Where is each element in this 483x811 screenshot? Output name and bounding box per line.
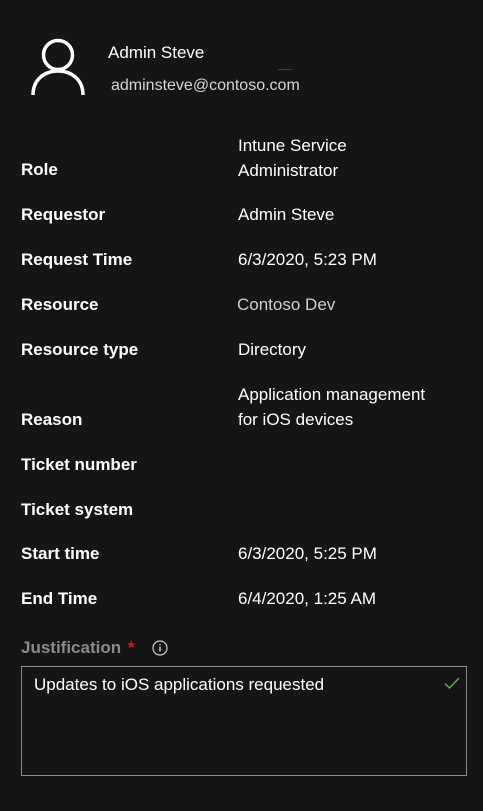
detail-label: Resource type [21,340,139,359]
detail-label: Ticket number [21,455,137,474]
detail-value-line: 6/3/2020, 5:23 PM [238,250,377,269]
checkmark-icon [444,677,460,690]
detail-value-line: for iOS devices [238,410,354,429]
justification-label: Justification [21,638,122,657]
detail-label: Resource [21,295,99,314]
detail-value: 6/3/2020, 5:25 PM [238,541,468,566]
detail-label: Start time [21,544,100,563]
detail-value-line: Contoso Dev [237,295,336,314]
detail-value: Directory [238,337,468,362]
person-icon [31,38,85,96]
detail-label: Requestor [21,205,106,224]
user-name: Admin Steve [108,43,205,62]
detail-value: 6/4/2020, 1:25 AM [238,586,468,611]
detail-value-line: 6/3/2020, 5:25 PM [238,544,377,563]
detail-value: 6/3/2020, 5:23 PM [238,247,468,272]
justification-value: Updates to iOS applications requested [34,675,325,694]
detail-value: Application management for iOS devices [238,382,468,432]
detail-value-line: Admin Steve [238,205,335,224]
detail-label: End Time [21,589,98,608]
detail-value: Contoso Dev [237,292,467,317]
detail-value: Admin Steve [238,202,468,227]
detail-value-line: Intune Service [238,136,347,155]
required-marker: * [128,638,135,657]
detail-label: Reason [21,410,83,429]
justification-input[interactable]: Updates to iOS applications requested [21,666,467,776]
detail-value: Intune Service Administrator [238,133,468,183]
user-email: adminsteve@contoso.com [111,77,300,94]
detail-value-line: Directory [238,340,307,359]
detail-label: Ticket system [21,500,134,519]
detail-label: Request Time [21,250,133,269]
detail-value-line: Application management [238,385,426,404]
info-icon[interactable] [152,640,168,656]
user-header: Admin Steve adminsteve@contoso.com [0,0,483,120]
decorative-mark [278,69,292,70]
detail-label: Role [21,160,58,179]
detail-value-line: 6/4/2020, 1:25 AM [238,589,376,608]
detail-value-line: Administrator [238,161,339,180]
